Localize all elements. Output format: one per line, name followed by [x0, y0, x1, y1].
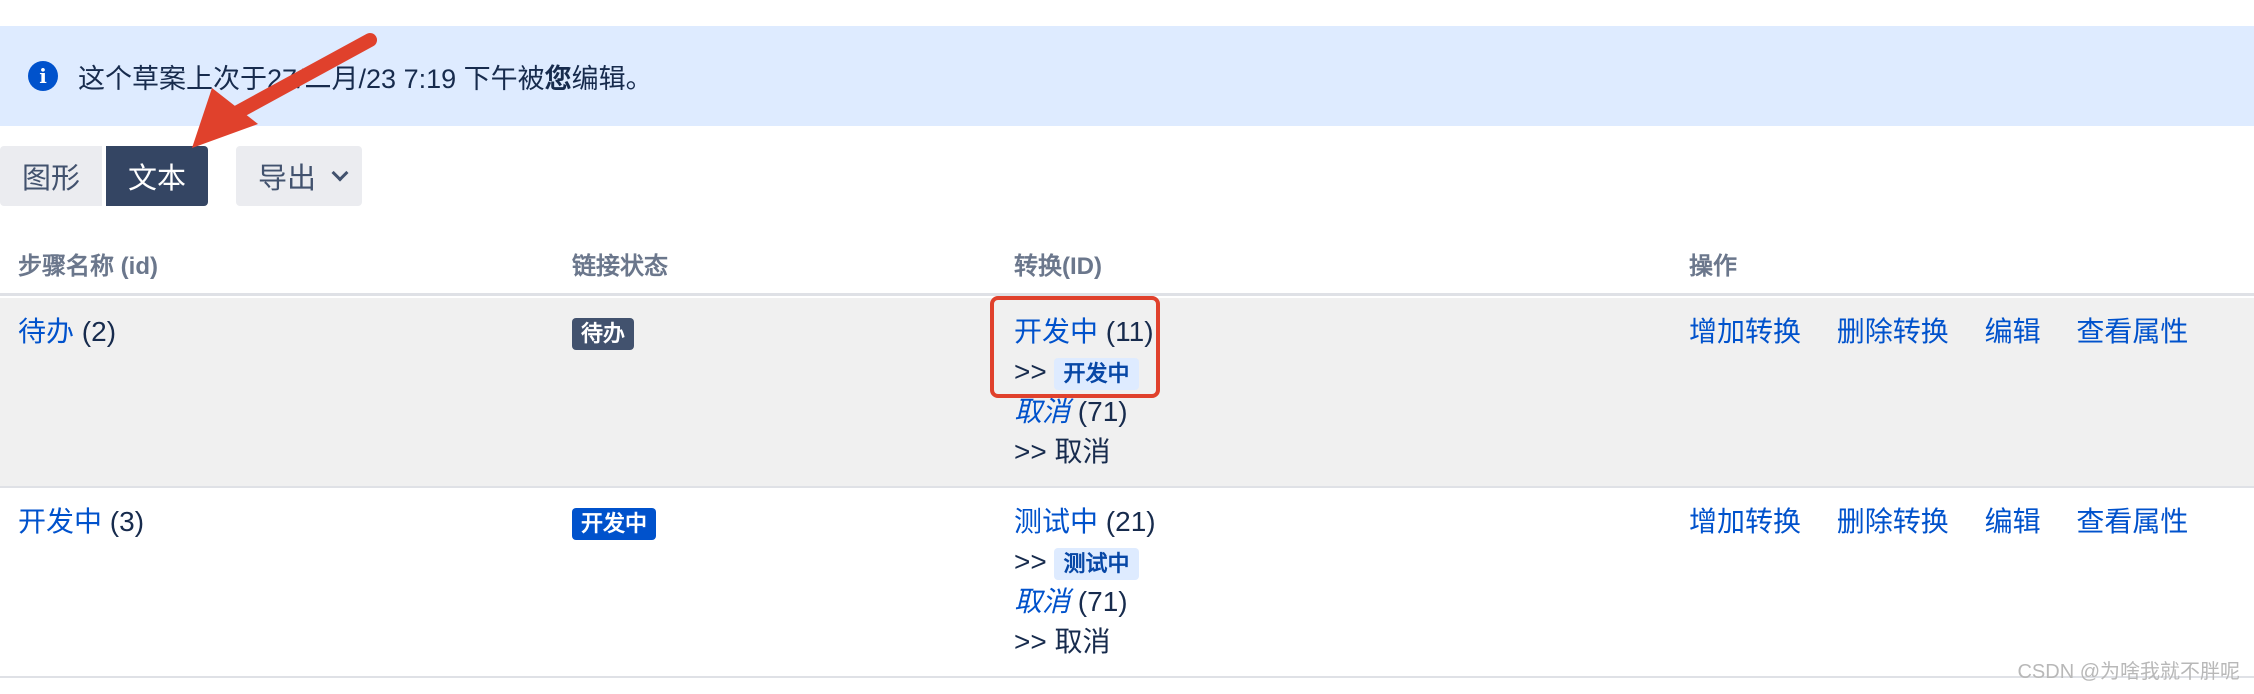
edit-link[interactable]: 编辑 — [1985, 316, 2041, 347]
header-step-name: 步骤名称 (id) — [18, 253, 158, 280]
transition-link[interactable]: 取消 — [1014, 586, 1070, 617]
banner-message: 这个草案上次于27/二月/23 7:19 下午被您编辑。 — [78, 63, 653, 94]
target-status-text: 取消 — [1054, 436, 1111, 467]
transition-id: (71) — [1077, 586, 1128, 617]
delete-transition-link[interactable]: 删除转换 — [1837, 506, 1949, 537]
annotation-highlight-box — [990, 296, 1160, 398]
header-transitions: 转换(ID) — [1014, 253, 1102, 280]
export-label: 导出 — [258, 163, 317, 195]
target-status-lozenge: 测试中 — [1054, 547, 1139, 580]
view-properties-link[interactable]: 查看属性 — [2076, 316, 2188, 347]
view-properties-link[interactable]: 查看属性 — [2076, 506, 2188, 537]
transition-link[interactable]: 测试中 — [1014, 506, 1098, 537]
header-linked-status: 链接状态 — [572, 253, 668, 280]
transition-arrow: >> — [1014, 626, 1047, 657]
step-name-cell: 开发中 (3) — [18, 502, 144, 542]
operations-cell: 增加转换 删除转换 编辑 查看属性 — [1689, 312, 2216, 352]
operations-cell: 增加转换 删除转换 编辑 查看属性 — [1689, 502, 2216, 542]
step-name-link[interactable]: 开发中 — [18, 506, 102, 537]
table-header: 步骤名称 (id) 链接状态 转换(ID) 操作 — [0, 240, 2254, 296]
transition-id: (71) — [1077, 396, 1128, 427]
transition-arrow: >> — [1014, 546, 1047, 577]
status-cell: 开发中 — [572, 502, 657, 542]
step-id: (3) — [109, 506, 145, 537]
text-view-button[interactable]: 文本 — [106, 146, 209, 206]
draft-info-banner: i 这个草案上次于27/二月/23 7:19 下午被您编辑。 — [0, 26, 2254, 126]
add-transition-link[interactable]: 增加转换 — [1689, 506, 1801, 537]
status-lozenge: 待办 — [572, 317, 635, 350]
chevron-down-icon — [331, 164, 349, 182]
watermark: CSDN @为啥我就不胖呢 — [2017, 661, 2240, 683]
export-dropdown-button[interactable]: 导出 — [236, 146, 363, 206]
table-row: 开发中 (3) 开发中 测试中 (21) >> 测试中 取消 (71) >> 取… — [0, 488, 2254, 678]
step-id: (2) — [81, 316, 117, 347]
target-status-text: 取消 — [1054, 626, 1111, 657]
add-transition-link[interactable]: 增加转换 — [1689, 316, 1801, 347]
transition-arrow: >> — [1014, 436, 1047, 467]
edit-link[interactable]: 编辑 — [1985, 506, 2041, 537]
graph-view-button[interactable]: 图形 — [0, 146, 103, 206]
info-icon: i — [28, 61, 58, 91]
header-operations: 操作 — [1689, 253, 1737, 280]
step-name-cell: 待办 (2) — [18, 312, 116, 352]
status-lozenge: 开发中 — [572, 507, 657, 540]
step-name-link[interactable]: 待办 — [18, 316, 74, 347]
transition-id: (21) — [1105, 506, 1156, 537]
view-toolbar: 图形 文本 导出 — [0, 146, 363, 206]
transition-link[interactable]: 取消 — [1014, 396, 1070, 427]
transitions-cell: 测试中 (21) >> 测试中 取消 (71) >> 取消 — [1014, 502, 1156, 662]
status-cell: 待办 — [572, 312, 635, 352]
delete-transition-link[interactable]: 删除转换 — [1837, 316, 1949, 347]
